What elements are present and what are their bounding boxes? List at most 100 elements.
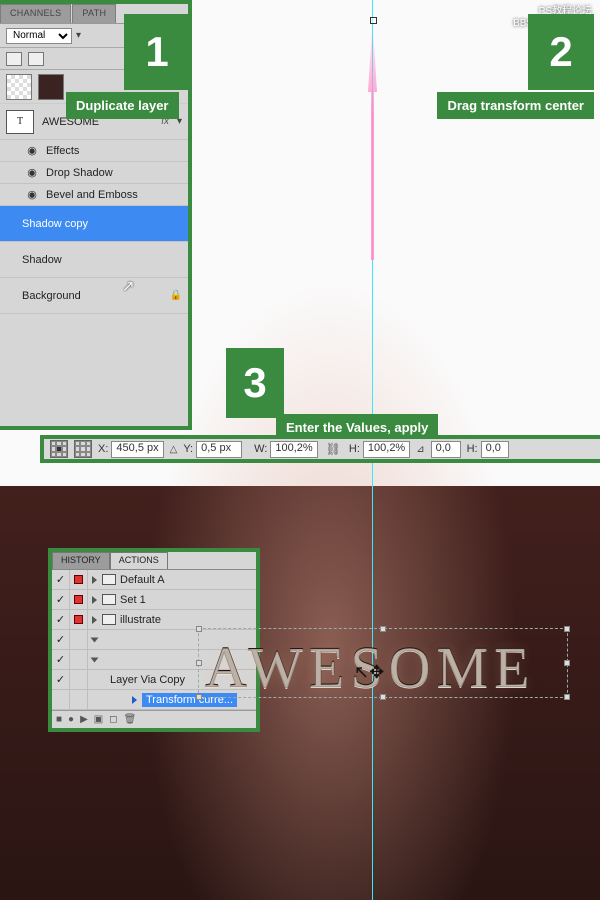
- trash-icon[interactable]: 🗑: [124, 714, 137, 725]
- h-label: H:: [349, 443, 360, 455]
- layer-thumb-dark[interactable]: [38, 74, 64, 100]
- h-field-group: H: 100,2%: [349, 441, 410, 458]
- handle-mr[interactable]: [564, 660, 570, 666]
- awesome-effects-group: Effects Drop Shadow Bevel and Emboss: [0, 140, 188, 206]
- callout-2-caption: Drag transform center: [437, 92, 594, 119]
- handle-br[interactable]: [564, 694, 570, 700]
- visibility-icon[interactable]: [26, 188, 38, 201]
- visibility-icon[interactable]: [26, 144, 38, 157]
- h-input[interactable]: 100,2%: [363, 441, 410, 458]
- link-aspect-icon[interactable]: ⛓: [324, 442, 343, 456]
- x-input[interactable]: 450,5 px: [111, 441, 163, 458]
- lock-transparency-icon[interactable]: [6, 52, 22, 66]
- lock-icon: 🔒: [170, 290, 182, 301]
- handle-tc[interactable]: [380, 626, 386, 632]
- record-slot[interactable]: [70, 570, 88, 589]
- dropdown-arrow-icon: ▾: [76, 30, 81, 41]
- handle-tr[interactable]: [564, 626, 570, 632]
- text-layer-icon: T: [6, 110, 34, 134]
- skew-h-label: H:: [467, 443, 478, 455]
- action-set-default[interactable]: Default A: [52, 570, 256, 590]
- visibility-icon[interactable]: [26, 166, 38, 179]
- w-label: W:: [254, 443, 267, 455]
- effect-drop-shadow[interactable]: Drop Shadow: [0, 162, 188, 184]
- record-slot[interactable]: [70, 610, 88, 629]
- skew-h-group: H: 0,0: [467, 441, 509, 458]
- skew-h-input[interactable]: 0,0: [481, 441, 509, 458]
- angle-input[interactable]: 0,0: [431, 441, 461, 458]
- record-slot[interactable]: [70, 590, 88, 609]
- disclosure-triangle-icon[interactable]: [91, 657, 99, 662]
- step-layer-via-copy-label: Layer Via Copy: [110, 674, 185, 686]
- action-set-1[interactable]: Set 1: [52, 590, 256, 610]
- layer-shadow-copy[interactable]: Shadow copy: [0, 206, 188, 242]
- lock-pixels-icon[interactable]: [28, 52, 44, 66]
- toggle-check-icon[interactable]: [52, 650, 70, 669]
- folder-icon: [102, 594, 116, 605]
- toggle-check-icon[interactable]: [52, 590, 70, 609]
- reference-point-icon-2[interactable]: [74, 440, 92, 458]
- disclosure-triangle-icon[interactable]: [91, 637, 99, 642]
- new-action-icon[interactable]: ◻: [109, 714, 117, 725]
- transform-center-handle[interactable]: [370, 17, 377, 24]
- layer-background[interactable]: Background 🔒: [0, 278, 188, 314]
- record-dot-icon: [74, 615, 83, 624]
- handle-bl[interactable]: [196, 694, 202, 700]
- stop-icon[interactable]: ■: [56, 714, 62, 725]
- y-label: Y:: [183, 443, 193, 455]
- delta-icon: △: [170, 444, 178, 455]
- tab-channels[interactable]: CHANNELS: [0, 4, 71, 23]
- drag-arrow: [368, 20, 377, 260]
- effect-drop-shadow-label: Drop Shadow: [46, 167, 113, 179]
- disclosure-triangle-icon[interactable]: [92, 596, 97, 604]
- callout-1-num: 1: [145, 31, 168, 73]
- record-slot[interactable]: [70, 650, 88, 669]
- record-dot-icon: [74, 595, 83, 604]
- tab-history[interactable]: HISTORY: [52, 552, 110, 569]
- play-icon[interactable]: ▶: [80, 714, 88, 725]
- transform-options-bar: X: 450,5 px △ Y: 0,5 px W: 100,2% ⛓ H: 1…: [40, 435, 600, 463]
- set-1-label: Set 1: [120, 594, 146, 606]
- x-field-group: X: 450,5 px: [98, 441, 164, 458]
- toggle-check-icon[interactable]: [52, 690, 70, 709]
- y-input[interactable]: 0,5 px: [196, 441, 242, 458]
- effect-bevel-emboss[interactable]: Bevel and Emboss: [0, 184, 188, 206]
- blend-mode-select[interactable]: Normal: [6, 28, 72, 44]
- toggle-check-icon[interactable]: [52, 670, 70, 689]
- callout-3-num: 3: [243, 362, 266, 404]
- layer-shadow[interactable]: Shadow: [0, 242, 188, 278]
- callout-2-num: 2: [549, 31, 572, 73]
- handle-tl[interactable]: [196, 626, 202, 632]
- reference-point-icon[interactable]: [50, 440, 68, 458]
- toggle-check-icon[interactable]: [52, 570, 70, 589]
- new-set-icon[interactable]: ▣: [94, 714, 103, 725]
- toggle-check-icon[interactable]: [52, 610, 70, 629]
- handle-ml[interactable]: [196, 660, 202, 666]
- disclosure-triangle-icon[interactable]: [92, 616, 97, 624]
- record-slot[interactable]: [70, 670, 88, 689]
- effects-header[interactable]: Effects: [0, 140, 188, 162]
- folder-icon: [102, 574, 116, 585]
- disclosure-triangle-icon[interactable]: [132, 696, 137, 704]
- actions-panel-footer: ■ ● ▶ ▣ ◻ 🗑: [52, 710, 256, 728]
- actions-tabs: HISTORY ACTIONS: [52, 552, 256, 570]
- set-illustrate-label: illustrate: [120, 614, 161, 626]
- folder-icon: [102, 614, 116, 625]
- record-slot[interactable]: [70, 690, 88, 709]
- callout-2: 2: [528, 14, 594, 90]
- callout-3: 3: [226, 348, 284, 418]
- callout-1: 1: [124, 14, 190, 90]
- angle-icon: ⊿: [416, 444, 424, 455]
- action-set-illustrate[interactable]: illustrate: [52, 610, 256, 630]
- effect-bevel-label: Bevel and Emboss: [46, 189, 138, 201]
- disclosure-triangle-icon[interactable]: [92, 576, 97, 584]
- tab-paths[interactable]: PATH: [72, 4, 116, 23]
- w-input[interactable]: 100,2%: [270, 441, 317, 458]
- record-dot-icon: [74, 575, 83, 584]
- toggle-check-icon[interactable]: [52, 630, 70, 649]
- layer-thumb-checker[interactable]: [6, 74, 32, 100]
- record-icon[interactable]: ●: [68, 714, 74, 725]
- record-slot[interactable]: [70, 630, 88, 649]
- set-default-label: Default A: [120, 574, 165, 586]
- tab-actions[interactable]: ACTIONS: [110, 552, 168, 569]
